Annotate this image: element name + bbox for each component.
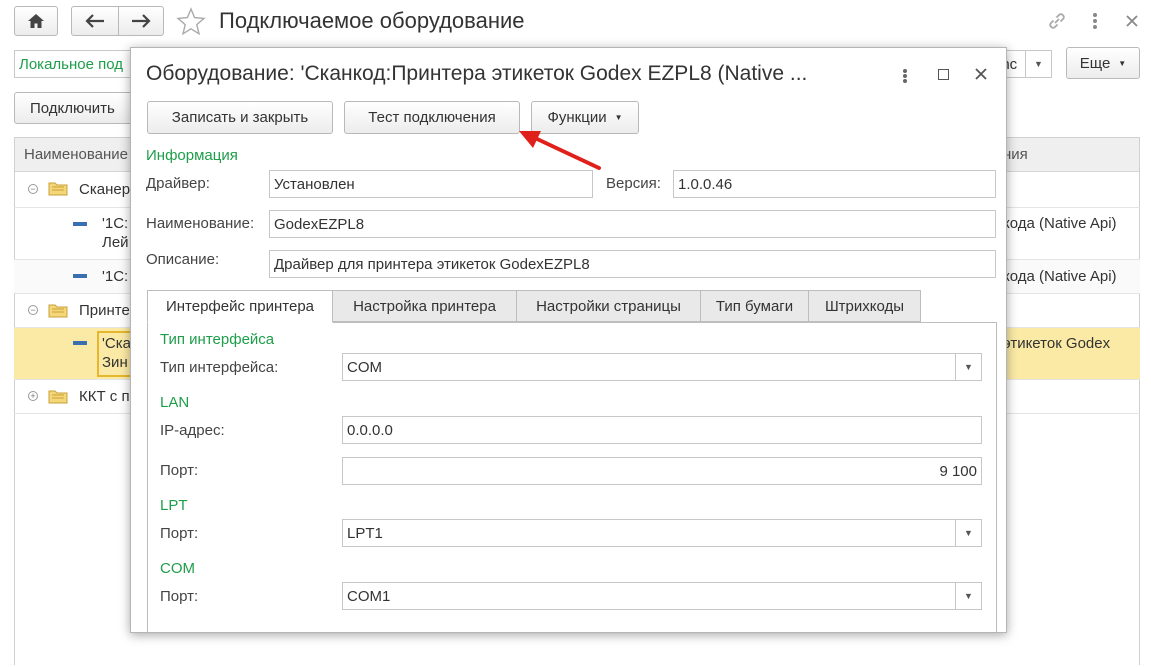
name-field[interactable]: GodexEZPL8	[269, 210, 996, 238]
tab-label: Интерфейс принтера	[165, 298, 315, 315]
close-icon[interactable]	[1125, 14, 1139, 28]
device-icon	[73, 341, 87, 345]
lpt-port-value: LPT1	[347, 524, 383, 542]
home-button[interactable]	[14, 6, 58, 36]
test-connection-button[interactable]: Тест подключения	[344, 101, 520, 134]
arrow-left-icon	[85, 14, 104, 28]
com-port-select[interactable]: COM1 ▼	[342, 582, 982, 610]
chevron-down-icon: ▼	[614, 113, 623, 122]
version-label: Версия:	[606, 175, 661, 192]
chevron-down-icon[interactable]: ▼	[955, 354, 981, 380]
chevron-down-icon[interactable]: ▼	[955, 520, 981, 546]
tree-item-right: кода (Native Api)	[1003, 215, 1117, 232]
interface-type-header: Тип интерфейса	[160, 331, 275, 348]
maximize-icon[interactable]	[938, 69, 949, 80]
folder-icon	[48, 304, 68, 318]
version-field: 1.0.0.46	[673, 170, 996, 198]
kebab-menu-icon[interactable]	[1093, 10, 1099, 32]
ip-address-value: 0.0.0.0	[347, 421, 393, 439]
lan-port-label: Порт:	[160, 462, 199, 479]
chevron-down-icon: ▼	[1118, 58, 1127, 68]
home-icon	[28, 14, 44, 28]
collapse-icon[interactable]: −	[28, 184, 38, 194]
tab-printer-settings[interactable]: Настройка принтера	[332, 290, 517, 322]
tree-item-label-line2: Зин	[102, 354, 128, 371]
tree-item-label: Принте	[79, 302, 130, 319]
com-section-header: COM	[160, 560, 195, 577]
tree-item-label: ККТ с п	[79, 388, 130, 405]
lpt-port-select[interactable]: LPT1 ▼	[342, 519, 982, 547]
dialog-title: Оборудование: 'Сканкод:Принтера этикеток…	[146, 62, 808, 85]
tab-label: Настройка принтера	[353, 297, 496, 315]
chevron-down-icon: ▼	[1025, 51, 1051, 77]
equipment-dialog: Оборудование: 'Сканкод:Принтера этикеток…	[130, 47, 1007, 633]
collapse-icon[interactable]: −	[28, 305, 38, 315]
lan-port-field[interactable]: 9 100	[342, 457, 982, 485]
com-port-label: Порт:	[160, 588, 199, 605]
save-and-close-label: Записать и закрыть	[171, 109, 309, 126]
com-port-value: COM1	[347, 587, 391, 605]
save-and-close-button[interactable]: Записать и закрыть	[147, 101, 333, 134]
test-connection-label: Тест подключения	[368, 109, 496, 126]
close-icon[interactable]	[974, 67, 988, 81]
description-value: Драйвер для принтера этикеток GodexEZPL8	[274, 255, 590, 273]
device-icon	[73, 222, 87, 226]
folder-icon	[48, 390, 68, 404]
tree-item-label: 'Ска	[102, 335, 131, 352]
name-value: GodexEZPL8	[274, 215, 365, 233]
driver-label: Драйвер:	[146, 175, 210, 192]
tab-paper-type[interactable]: Тип бумаги	[700, 290, 809, 322]
tab-label: Штрихкоды	[824, 297, 905, 315]
expand-icon[interactable]: +	[28, 391, 38, 401]
connect-label: Подключить	[30, 99, 115, 117]
tab-page-settings[interactable]: Настройки страницы	[516, 290, 701, 322]
back-button[interactable]	[71, 6, 119, 36]
annotation-arrow-icon	[519, 131, 601, 170]
ip-address-label: IP-адрес:	[160, 422, 225, 439]
ip-address-field[interactable]: 0.0.0.0	[342, 416, 982, 444]
info-section-header: Информация	[146, 147, 238, 164]
more-button[interactable]: Еще ▼	[1066, 47, 1140, 79]
more-label: Еще	[1079, 54, 1111, 72]
column-header-name[interactable]: Наименование	[24, 146, 128, 163]
interface-type-select[interactable]: COM ▼	[342, 353, 982, 381]
connect-button[interactable]: Подключить	[14, 92, 136, 124]
favorite-star-icon[interactable]	[176, 7, 206, 35]
interface-type-label: Тип интерфейса:	[160, 359, 279, 376]
forward-button[interactable]	[118, 6, 164, 36]
folder-icon	[48, 182, 68, 196]
tree-item-label-line2: Лей	[102, 234, 129, 251]
lan-port-value: 9 100	[939, 462, 977, 480]
tab-printer-interface[interactable]: Интерфейс принтера	[147, 290, 333, 323]
tree-item-label: '1С:	[102, 215, 129, 232]
tree-item-label: Сканер	[79, 181, 131, 198]
driver-value: Установлен	[274, 175, 355, 193]
interface-type-value: COM	[347, 358, 382, 376]
filter-field[interactable]: Локальное под	[14, 50, 138, 78]
kebab-menu-icon[interactable]	[903, 66, 909, 86]
chevron-down-icon[interactable]: ▼	[955, 583, 981, 609]
tab-label: Тип бумаги	[715, 297, 794, 315]
lpt-section-header: LPT	[160, 497, 188, 514]
link-icon[interactable]	[1046, 10, 1068, 32]
name-label: Наименование:	[146, 215, 255, 232]
window-title: Подключаемое оборудование	[219, 8, 525, 33]
lpt-port-label: Порт:	[160, 525, 199, 542]
tree-item-right: этикеток Godex	[1003, 335, 1111, 352]
version-value: 1.0.0.46	[678, 175, 733, 193]
description-field[interactable]: Драйвер для принтера этикеток GodexEZPL8	[269, 250, 996, 278]
tab-label: Настройки страницы	[536, 297, 681, 315]
tree-item-right: кода (Native Api)	[1003, 268, 1117, 285]
filter-value: Локальное под	[19, 55, 124, 73]
lan-section-header: LAN	[160, 394, 190, 411]
description-label: Описание:	[146, 251, 220, 268]
device-icon	[73, 274, 87, 278]
arrow-right-icon	[132, 14, 151, 28]
tree-item-label: '1С:	[102, 268, 129, 285]
tab-barcodes[interactable]: Штрихкоды	[808, 290, 921, 322]
functions-label: Функции	[547, 109, 607, 126]
